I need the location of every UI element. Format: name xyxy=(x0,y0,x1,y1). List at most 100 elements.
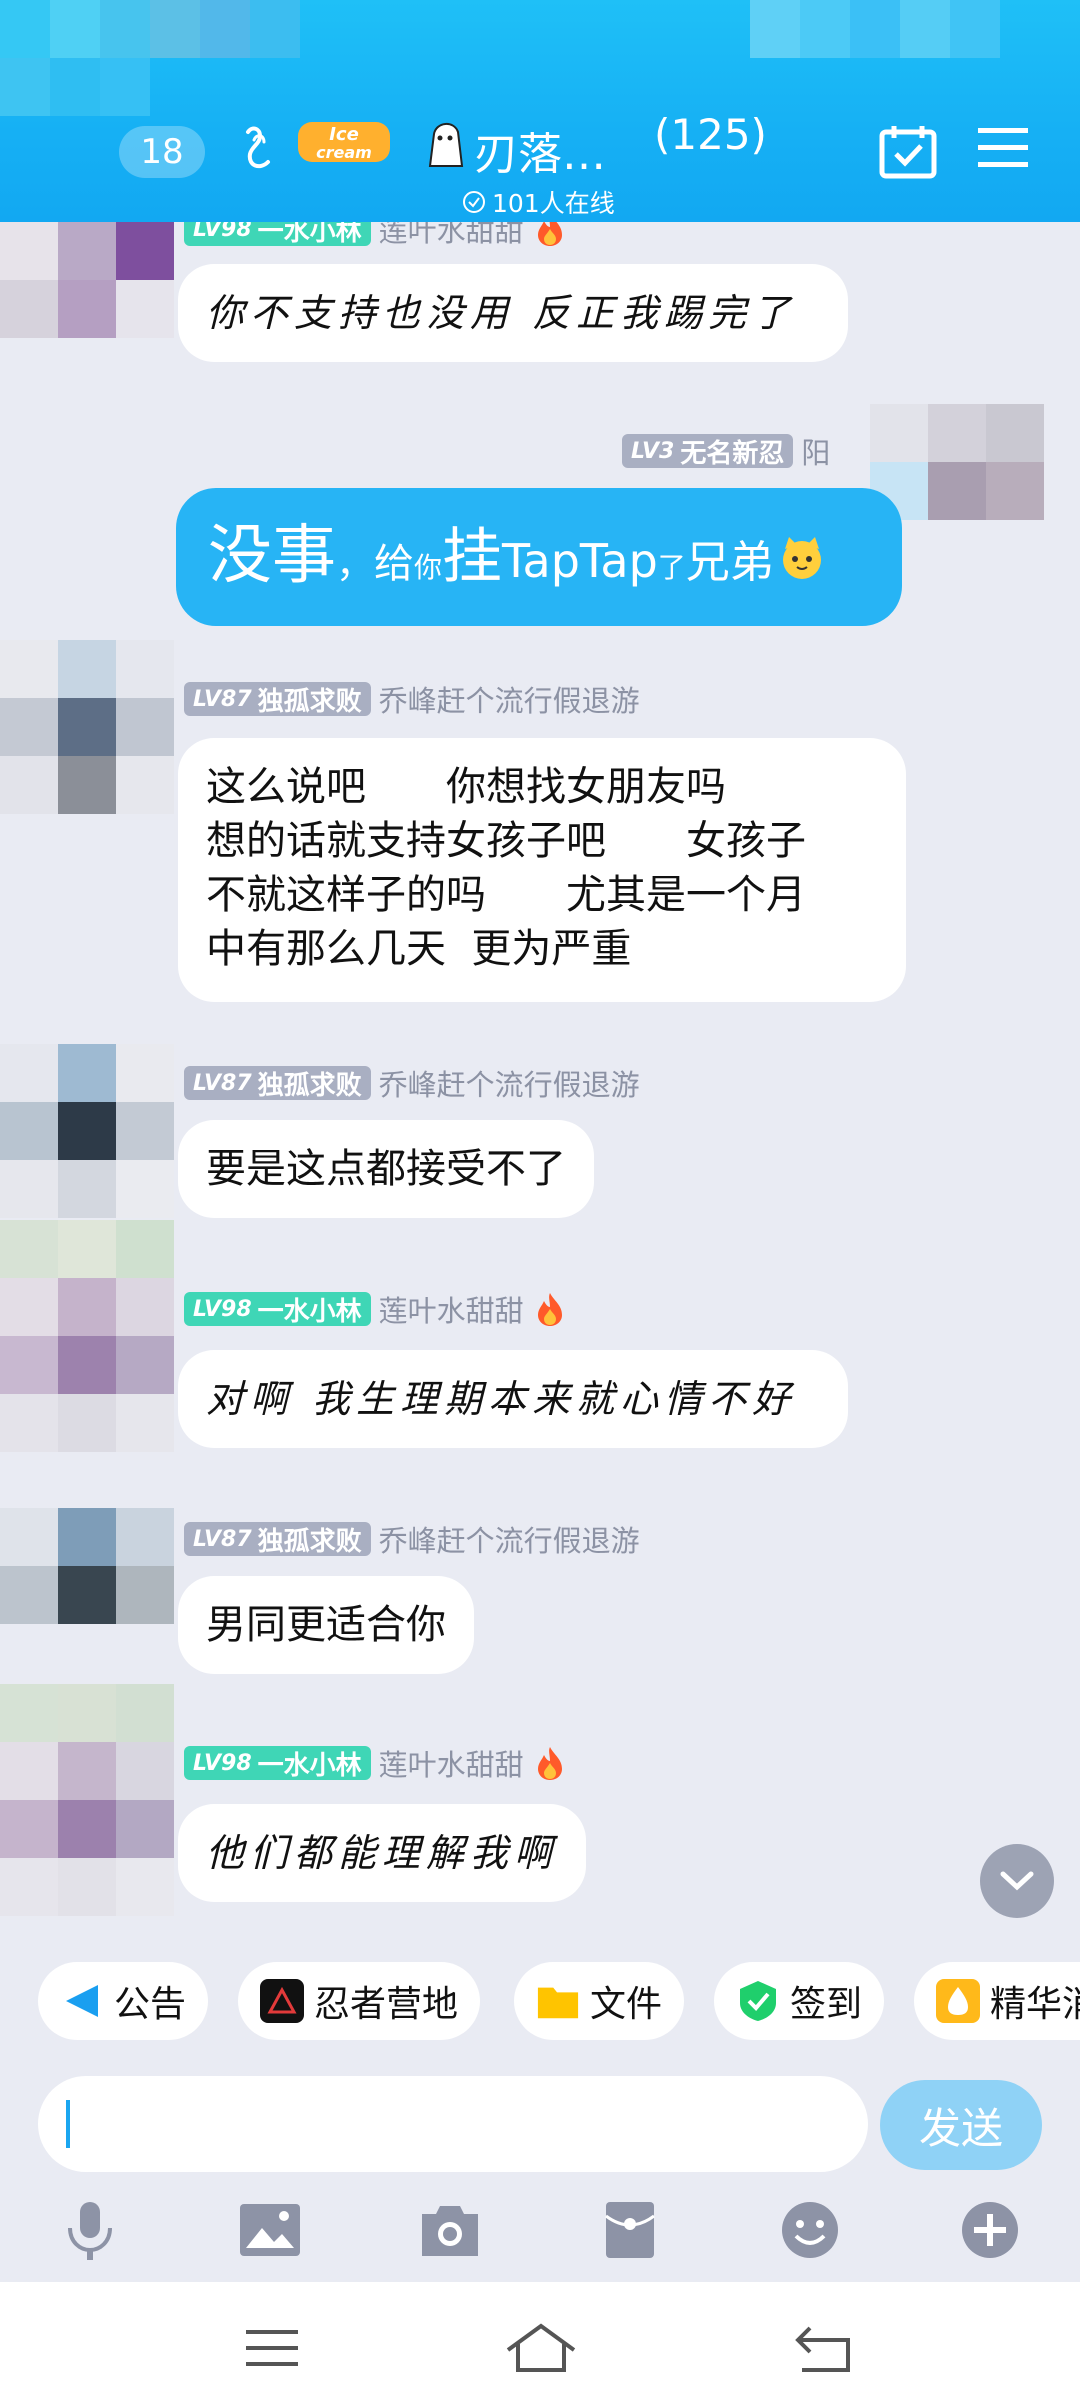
shortcut-label: 忍者营地 xyxy=(314,1984,459,2025)
sender-name: 乔峰赶个流行假退游 xyxy=(378,1524,640,1558)
home-icon[interactable] xyxy=(504,2320,578,2376)
level-badge: LV87 独孤求败 xyxy=(184,1066,371,1101)
plus-icon[interactable] xyxy=(958,2198,1022,2262)
self-message-bubble[interactable]: 没事，给你挂TapTap了兄弟 xyxy=(176,488,902,626)
avatar[interactable] xyxy=(0,1508,174,1624)
scroll-to-bottom-button[interactable] xyxy=(980,1844,1054,1918)
sender-info[interactable]: LV98 一水小林 莲叶水甜甜 xyxy=(184,1288,568,1330)
message-bubble[interactable]: 要是这点都接受不了 xyxy=(178,1120,594,1218)
message-list[interactable]: LV98 一水小林 莲叶水甜甜 你不支持也没用 反正我踢完了 LV3 无名新忍 阳 … xyxy=(0,222,1080,1952)
sender-info[interactable]: LV87 独孤求败 乔峰赶个流行假退游 xyxy=(184,1062,640,1104)
message-input[interactable] xyxy=(38,2076,868,2172)
level-number: LV3 xyxy=(631,438,675,464)
self-avatar[interactable] xyxy=(870,404,1044,520)
hamburger-menu-icon[interactable] xyxy=(976,124,1030,172)
member-count[interactable]: (125) xyxy=(654,110,767,159)
chevron-down-icon xyxy=(1000,1871,1034,1891)
shortcut-label: 公告 xyxy=(114,1984,187,2025)
shortcut-announcement[interactable]: 公告 xyxy=(38,1962,209,2040)
svg-text:Ice: Ice xyxy=(329,124,359,145)
message-bubble[interactable]: 他们都能理解我啊 xyxy=(178,1804,587,1902)
avatar[interactable] xyxy=(0,1220,174,1452)
level-title: 独孤求败 xyxy=(257,686,362,717)
sender-name: 阳 xyxy=(801,436,831,470)
ghost-icon xyxy=(428,123,464,167)
level-title: 独孤求败 xyxy=(257,1070,362,1101)
emoji-icon[interactable] xyxy=(778,2198,842,2262)
avatar[interactable] xyxy=(0,1044,174,1218)
avatar[interactable] xyxy=(0,640,174,814)
level-title: 一水小林 xyxy=(257,1296,362,1327)
message-bubble[interactable]: 你不支持也没用 反正我踢完了 xyxy=(178,264,848,362)
message-bubble[interactable]: 这么说吧 你想找女朋友吗 想的话就支持女孩子吧 女孩子 不就这样子的吗 尤其是一… xyxy=(178,738,906,1002)
input-toolbar xyxy=(0,2190,1080,2270)
message-line: 不就这样子的吗 尤其是一个月 xyxy=(206,872,806,918)
group-name[interactable]: 刃落… xyxy=(474,118,606,182)
shortcut-ninja-camp[interactable]: 忍者营地 xyxy=(238,1962,481,2040)
status-bar-mosaic-2 xyxy=(0,58,150,116)
level-badge: LV98 一水小林 xyxy=(184,1746,371,1781)
level-title: 独孤求败 xyxy=(257,1526,362,1557)
shortcut-bar[interactable]: 公告 忍者营地 文件 签到 精华消 xyxy=(0,1962,1080,2042)
microphone-icon[interactable] xyxy=(58,2198,122,2262)
self-sender-info[interactable]: LV3 无名新忍 阳 xyxy=(622,430,830,472)
status-bar-mosaic xyxy=(0,0,300,58)
fire-icon xyxy=(537,1293,562,1326)
chat-header: 18 Ice cream 刃落… (125) 101人在线 xyxy=(0,0,1080,222)
svg-text:cream: cream xyxy=(316,143,372,162)
sender-info[interactable]: LV87 独孤求败 乔峰赶个流行假退游 xyxy=(184,1518,640,1560)
shortcut-label: 签到 xyxy=(790,1984,863,2025)
msg-part: 挂 xyxy=(442,522,503,592)
sender-name: 莲叶水甜甜 xyxy=(378,222,524,248)
level-badge: LV87 独孤求败 xyxy=(184,682,371,717)
online-count: 101人在线 xyxy=(492,189,615,218)
ear-icon[interactable] xyxy=(238,118,282,174)
camera-icon[interactable] xyxy=(418,2198,482,2262)
status-bar-mosaic-right xyxy=(750,0,1000,58)
folder-icon xyxy=(536,1979,580,2023)
avatar[interactable] xyxy=(0,222,174,338)
msg-part: 给 xyxy=(374,541,415,587)
sender-name: 乔峰赶个流行假退游 xyxy=(378,1068,640,1102)
sender-name: 乔峰赶个流行假退游 xyxy=(378,684,640,718)
calendar-check-icon[interactable] xyxy=(878,124,938,180)
red-packet-icon[interactable] xyxy=(598,2198,662,2262)
sender-info[interactable]: LV87 独孤求败 乔峰赶个流行假退游 xyxy=(184,678,640,720)
shortcut-label: 精华消 xyxy=(990,1984,1080,2025)
system-navbar xyxy=(0,2282,1080,2408)
online-status: 101人在线 xyxy=(462,184,615,220)
image-icon[interactable] xyxy=(238,2198,302,2262)
menu-icon[interactable] xyxy=(240,2320,304,2376)
shortcut-essence[interactable]: 精华消 xyxy=(914,1962,1080,2040)
shortcut-label: 文件 xyxy=(590,1984,663,2025)
message-line: 想的话就支持女孩子吧 女孩子 xyxy=(206,818,806,864)
avatar[interactable] xyxy=(0,1684,174,1916)
text-caret xyxy=(66,2100,70,2148)
fire-icon xyxy=(537,1747,562,1780)
unread-count-badge[interactable]: 18 xyxy=(119,126,205,178)
level-badge: LV98 一水小林 xyxy=(184,222,371,247)
cat-emoji-icon xyxy=(782,537,821,579)
sender-info[interactable]: LV98 一水小林 莲叶水甜甜 xyxy=(184,1742,568,1784)
msg-part: 你 xyxy=(414,551,443,584)
sender-info[interactable]: LV98 一水小林 莲叶水甜甜 xyxy=(184,222,568,250)
level-number: LV98 xyxy=(193,1750,252,1776)
essence-icon xyxy=(936,1979,980,2023)
message-bubble[interactable]: 男同更适合你 xyxy=(178,1576,474,1674)
back-icon[interactable] xyxy=(792,2320,856,2376)
shortcut-files[interactable]: 文件 xyxy=(514,1962,685,2040)
msg-part: ， xyxy=(336,542,375,586)
msg-part: 兄弟 xyxy=(685,537,774,588)
ninja-camp-icon xyxy=(260,1979,304,2023)
message-bubble[interactable]: 对啊 我生理期本来就心情不好 xyxy=(178,1350,848,1448)
ice-cream-logo: Ice cream xyxy=(298,122,390,162)
level-badge: LV98 一水小林 xyxy=(184,1292,371,1327)
msg-part: TapTap xyxy=(502,534,658,588)
level-number: LV98 xyxy=(193,222,252,242)
level-number: LV87 xyxy=(193,1526,252,1552)
shortcut-checkin[interactable]: 签到 xyxy=(714,1962,885,2040)
level-title: 一水小林 xyxy=(257,222,362,247)
check-circle-icon xyxy=(463,191,485,213)
send-button[interactable]: 发送 xyxy=(880,2080,1042,2170)
level-title: 一水小林 xyxy=(257,1750,362,1781)
